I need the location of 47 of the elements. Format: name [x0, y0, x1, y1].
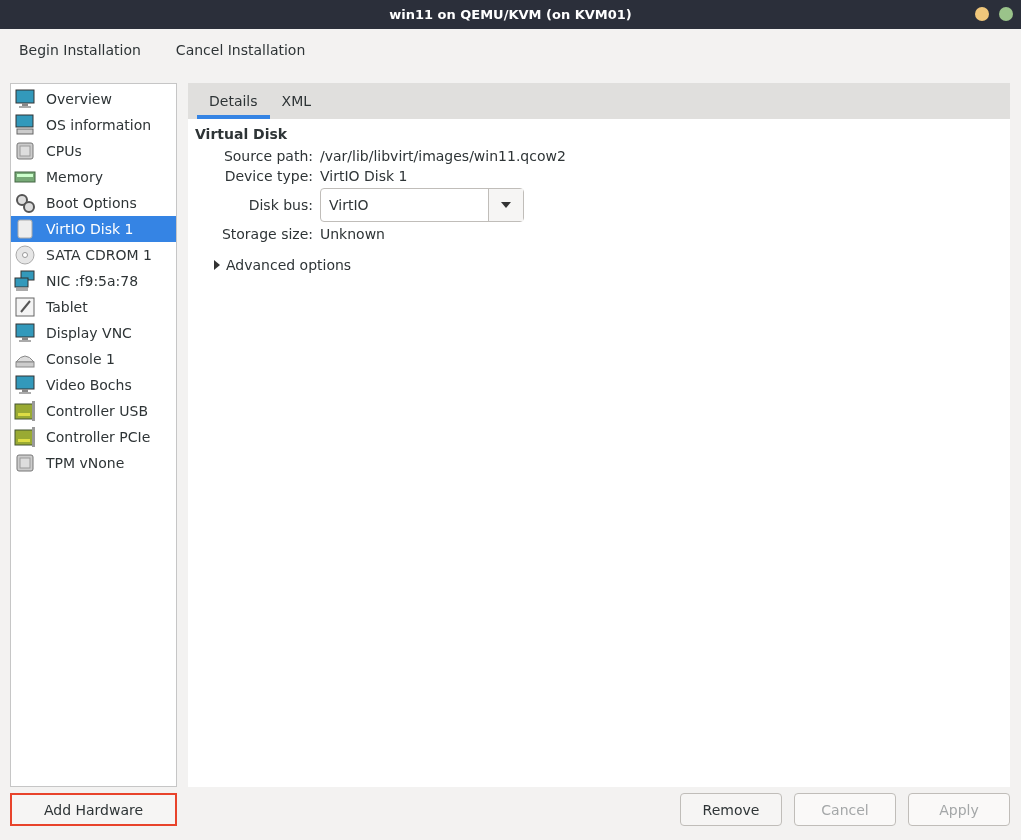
- section-heading: Virtual Disk: [195, 126, 289, 142]
- advanced-options-expander[interactable]: Advanced options: [213, 257, 1003, 273]
- add-hardware-button[interactable]: Add Hardware: [10, 793, 177, 826]
- expansion-card-icon: [14, 400, 36, 422]
- field-value: Unknown: [320, 226, 385, 242]
- hardware-item[interactable]: Video Bochs: [11, 372, 176, 398]
- minimize-button[interactable]: [975, 7, 989, 21]
- tab[interactable]: Details: [197, 83, 270, 119]
- caret-icon: [500, 201, 512, 209]
- hardware-item[interactable]: CPUs: [11, 138, 176, 164]
- hardware-item[interactable]: Memory: [11, 164, 176, 190]
- window-title: win11 on QEMU/KVM (on KVM01): [389, 7, 632, 22]
- field-label: Storage size:: [221, 226, 313, 242]
- collapsed-arrow-icon: [213, 260, 221, 270]
- hardware-item[interactable]: Controller USB: [11, 398, 176, 424]
- maximize-button[interactable]: [999, 7, 1013, 21]
- expansion-card-icon: [14, 426, 36, 448]
- hardware-item[interactable]: Overview: [11, 86, 176, 112]
- chip-icon: [14, 140, 36, 162]
- tab[interactable]: XML: [269, 83, 324, 119]
- chip-icon: [14, 452, 36, 474]
- monitor-icon: [14, 322, 36, 344]
- computer-icon: [14, 114, 36, 136]
- disc-icon: [14, 244, 36, 266]
- hardware-item[interactable]: NIC :f9:5a:78: [11, 268, 176, 294]
- hardware-item[interactable]: VirtIO Disk 1: [11, 216, 176, 242]
- menu-item[interactable]: Cancel Installation: [166, 42, 315, 58]
- hardware-item[interactable]: Console 1: [11, 346, 176, 372]
- hardware-item[interactable]: TPM vNone: [11, 450, 176, 476]
- field-label: Disk bus:: [248, 197, 313, 213]
- field-label: Source path:: [223, 148, 313, 164]
- menu-item[interactable]: Begin Installation: [10, 42, 150, 58]
- monitor-icon: [14, 88, 36, 110]
- network-icon: [14, 270, 36, 292]
- hardware-item[interactable]: Controller PCIe: [11, 424, 176, 450]
- field-value: VirtIO Disk 1: [320, 168, 408, 184]
- hardware-item[interactable]: Display VNC: [11, 320, 176, 346]
- monitor-icon: [14, 374, 36, 396]
- hardware-item[interactable]: Tablet: [11, 294, 176, 320]
- hardware-item[interactable]: Boot Options: [11, 190, 176, 216]
- hardware-item[interactable]: SATA CDROM 1: [11, 242, 176, 268]
- field-value: /var/lib/libvirt/images/win11.qcow2: [320, 148, 566, 164]
- hardware-item[interactable]: OS information: [11, 112, 176, 138]
- tablet-icon: [14, 296, 36, 318]
- field-label: Device type:: [224, 168, 313, 184]
- disk-bus-dropdown[interactable]: VirtIO: [320, 188, 524, 222]
- dialog-button[interactable]: Remove: [680, 793, 782, 826]
